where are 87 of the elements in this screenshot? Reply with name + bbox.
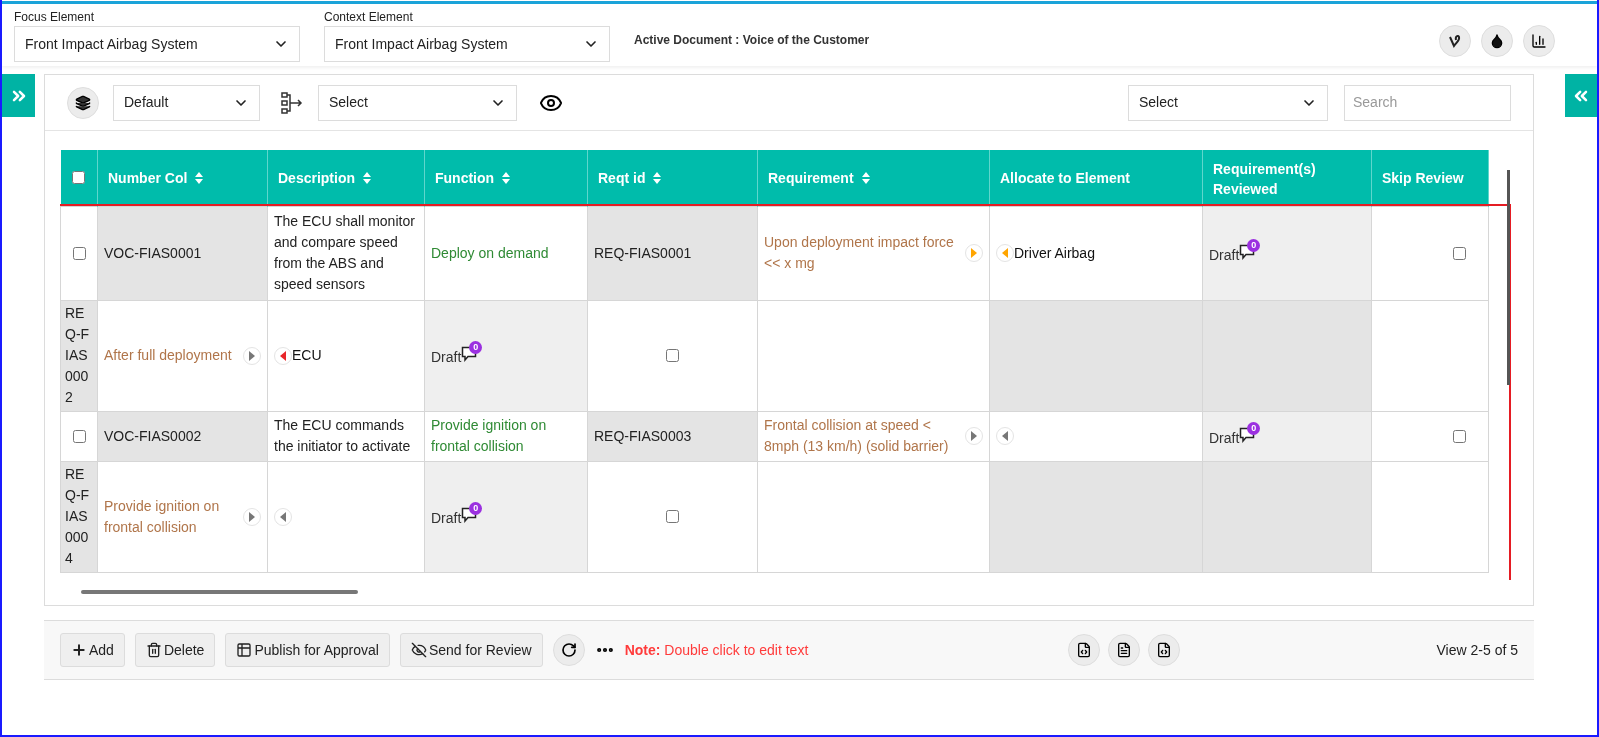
export-button[interactable] bbox=[1148, 634, 1181, 666]
table-cell-text: Deploy on demand bbox=[431, 243, 550, 263]
v-logo-icon bbox=[1448, 34, 1462, 48]
comment-button[interactable]: 0 bbox=[1239, 423, 1260, 444]
chart-button[interactable] bbox=[1523, 25, 1555, 57]
bar-chart-icon bbox=[1531, 33, 1547, 49]
search-field[interactable]: Search bbox=[1344, 84, 1511, 121]
checkbox[interactable] bbox=[666, 510, 679, 523]
note-text: Note: Double click to edit text bbox=[624, 640, 809, 660]
dropdown[interactable]: Default bbox=[113, 84, 260, 121]
table-cell-text: Upon deployment impact force << x mg bbox=[764, 233, 955, 273]
sort-icon bbox=[653, 171, 662, 184]
checkbox[interactable] bbox=[72, 429, 86, 443]
table-cell-text: Frontal collision at speed < 8mph (13 km/h) (solid barrier) bbox=[764, 416, 950, 456]
trash-icon bbox=[145, 642, 162, 658]
table-cell-text: REQ-FIAS0004 bbox=[65, 465, 91, 568]
table-cell-text: Provide ignition on frontal collision bbox=[431, 416, 548, 456]
column-header: Skip Review bbox=[1382, 168, 1464, 188]
toolbar-button[interactable]: Add bbox=[60, 633, 125, 667]
comment-button[interactable]: 0 bbox=[461, 504, 482, 524]
hierarchy-arrow-icon bbox=[280, 90, 304, 115]
caret-right-button[interactable] bbox=[965, 427, 983, 445]
vine-logo-button[interactable] bbox=[1439, 25, 1471, 57]
caret-left-button[interactable] bbox=[996, 427, 1014, 445]
comment-count-badge: 0 bbox=[1247, 238, 1261, 252]
sort-icon bbox=[502, 171, 511, 184]
field-label: Context Element bbox=[324, 9, 414, 26]
table-cell-text: Driver Airbag bbox=[1014, 243, 1095, 263]
checkbox[interactable] bbox=[72, 246, 86, 260]
file-code-icon bbox=[1076, 642, 1093, 658]
sort-icon bbox=[195, 171, 204, 184]
caret-right-button[interactable] bbox=[243, 507, 261, 526]
layers-button[interactable] bbox=[67, 86, 99, 119]
checkbox[interactable] bbox=[72, 171, 86, 185]
caret-left-button[interactable] bbox=[274, 346, 292, 365]
toolbar-button[interactable]: Delete bbox=[134, 633, 216, 667]
comment-button[interactable]: 0 bbox=[1239, 240, 1260, 261]
refresh-button[interactable] bbox=[552, 634, 585, 666]
table-cell-text: Provide ignition on frontal collision bbox=[104, 496, 221, 537]
collapse-panel-button[interactable] bbox=[1565, 74, 1597, 117]
checkbox[interactable] bbox=[1453, 246, 1466, 260]
caret-left-button[interactable] bbox=[274, 507, 292, 526]
active-document-label: Active Document : Voice of the Customer bbox=[634, 32, 870, 49]
table-icon bbox=[236, 642, 253, 658]
comment-count-badge: 0 bbox=[1247, 421, 1261, 435]
table-cell: REQ-FIAS0003 bbox=[594, 427, 692, 444]
status-text: Draft bbox=[1209, 428, 1240, 448]
toolbar-button[interactable]: Publish for Approval bbox=[225, 633, 390, 667]
status-text: Draft bbox=[1209, 245, 1240, 265]
dropdown[interactable]: Select bbox=[1128, 84, 1328, 121]
comment-count-badge: 0 bbox=[469, 341, 483, 354]
table-cell: REQ-FIAS0001 bbox=[594, 244, 692, 261]
table-cell-text: REQ-FIAS0002 bbox=[65, 304, 91, 407]
status-text: Draft bbox=[431, 509, 462, 528]
expand-panel-button[interactable] bbox=[2, 74, 35, 117]
caret-right-button[interactable] bbox=[243, 346, 261, 365]
file-code-icon bbox=[1156, 642, 1173, 658]
export-button[interactable] bbox=[1068, 634, 1101, 666]
column-header: Requirement(s) Reviewed bbox=[1213, 159, 1317, 199]
export-button[interactable] bbox=[1108, 634, 1141, 666]
table-cell-text: The ECU shall monitor and compare speed from the ABS and speed sensors bbox=[274, 212, 416, 294]
dropdown[interactable]: Front Impact Airbag System bbox=[324, 26, 610, 62]
table-cell: VOC-FIAS0002 bbox=[104, 427, 202, 444]
pagination-info: View 2-5 of 5 bbox=[1436, 640, 1518, 660]
comment-count-badge: 0 bbox=[469, 502, 483, 515]
eye-off-icon bbox=[410, 642, 427, 658]
file-text-icon bbox=[1116, 642, 1133, 658]
sort-icon bbox=[861, 171, 870, 184]
status-text: Draft bbox=[431, 348, 462, 367]
refresh-icon bbox=[560, 642, 577, 658]
dropdown[interactable]: Front Impact Airbag System bbox=[14, 26, 300, 62]
dropdown[interactable]: Select bbox=[318, 84, 517, 121]
checkbox[interactable] bbox=[666, 349, 679, 362]
droplet-button[interactable] bbox=[1481, 25, 1513, 57]
plus-icon bbox=[71, 642, 87, 658]
table-cell-text: ECU bbox=[292, 346, 322, 365]
checkbox[interactable] bbox=[1453, 429, 1466, 443]
droplet-icon bbox=[1489, 33, 1505, 49]
column-header: Allocate to Element bbox=[1000, 168, 1130, 188]
comment-button[interactable]: 0 bbox=[461, 343, 482, 363]
table-cell: VOC-FIAS0001 bbox=[104, 244, 202, 261]
field-label: Focus Element bbox=[14, 9, 96, 26]
sort-icon bbox=[363, 171, 371, 184]
table-cell-text: The ECU commands the initiator to activate bbox=[274, 416, 412, 456]
layers-icon bbox=[75, 94, 91, 111]
toolbar-button[interactable]: Send for Review bbox=[399, 633, 543, 667]
table-cell-text: After full deployment bbox=[104, 346, 232, 365]
